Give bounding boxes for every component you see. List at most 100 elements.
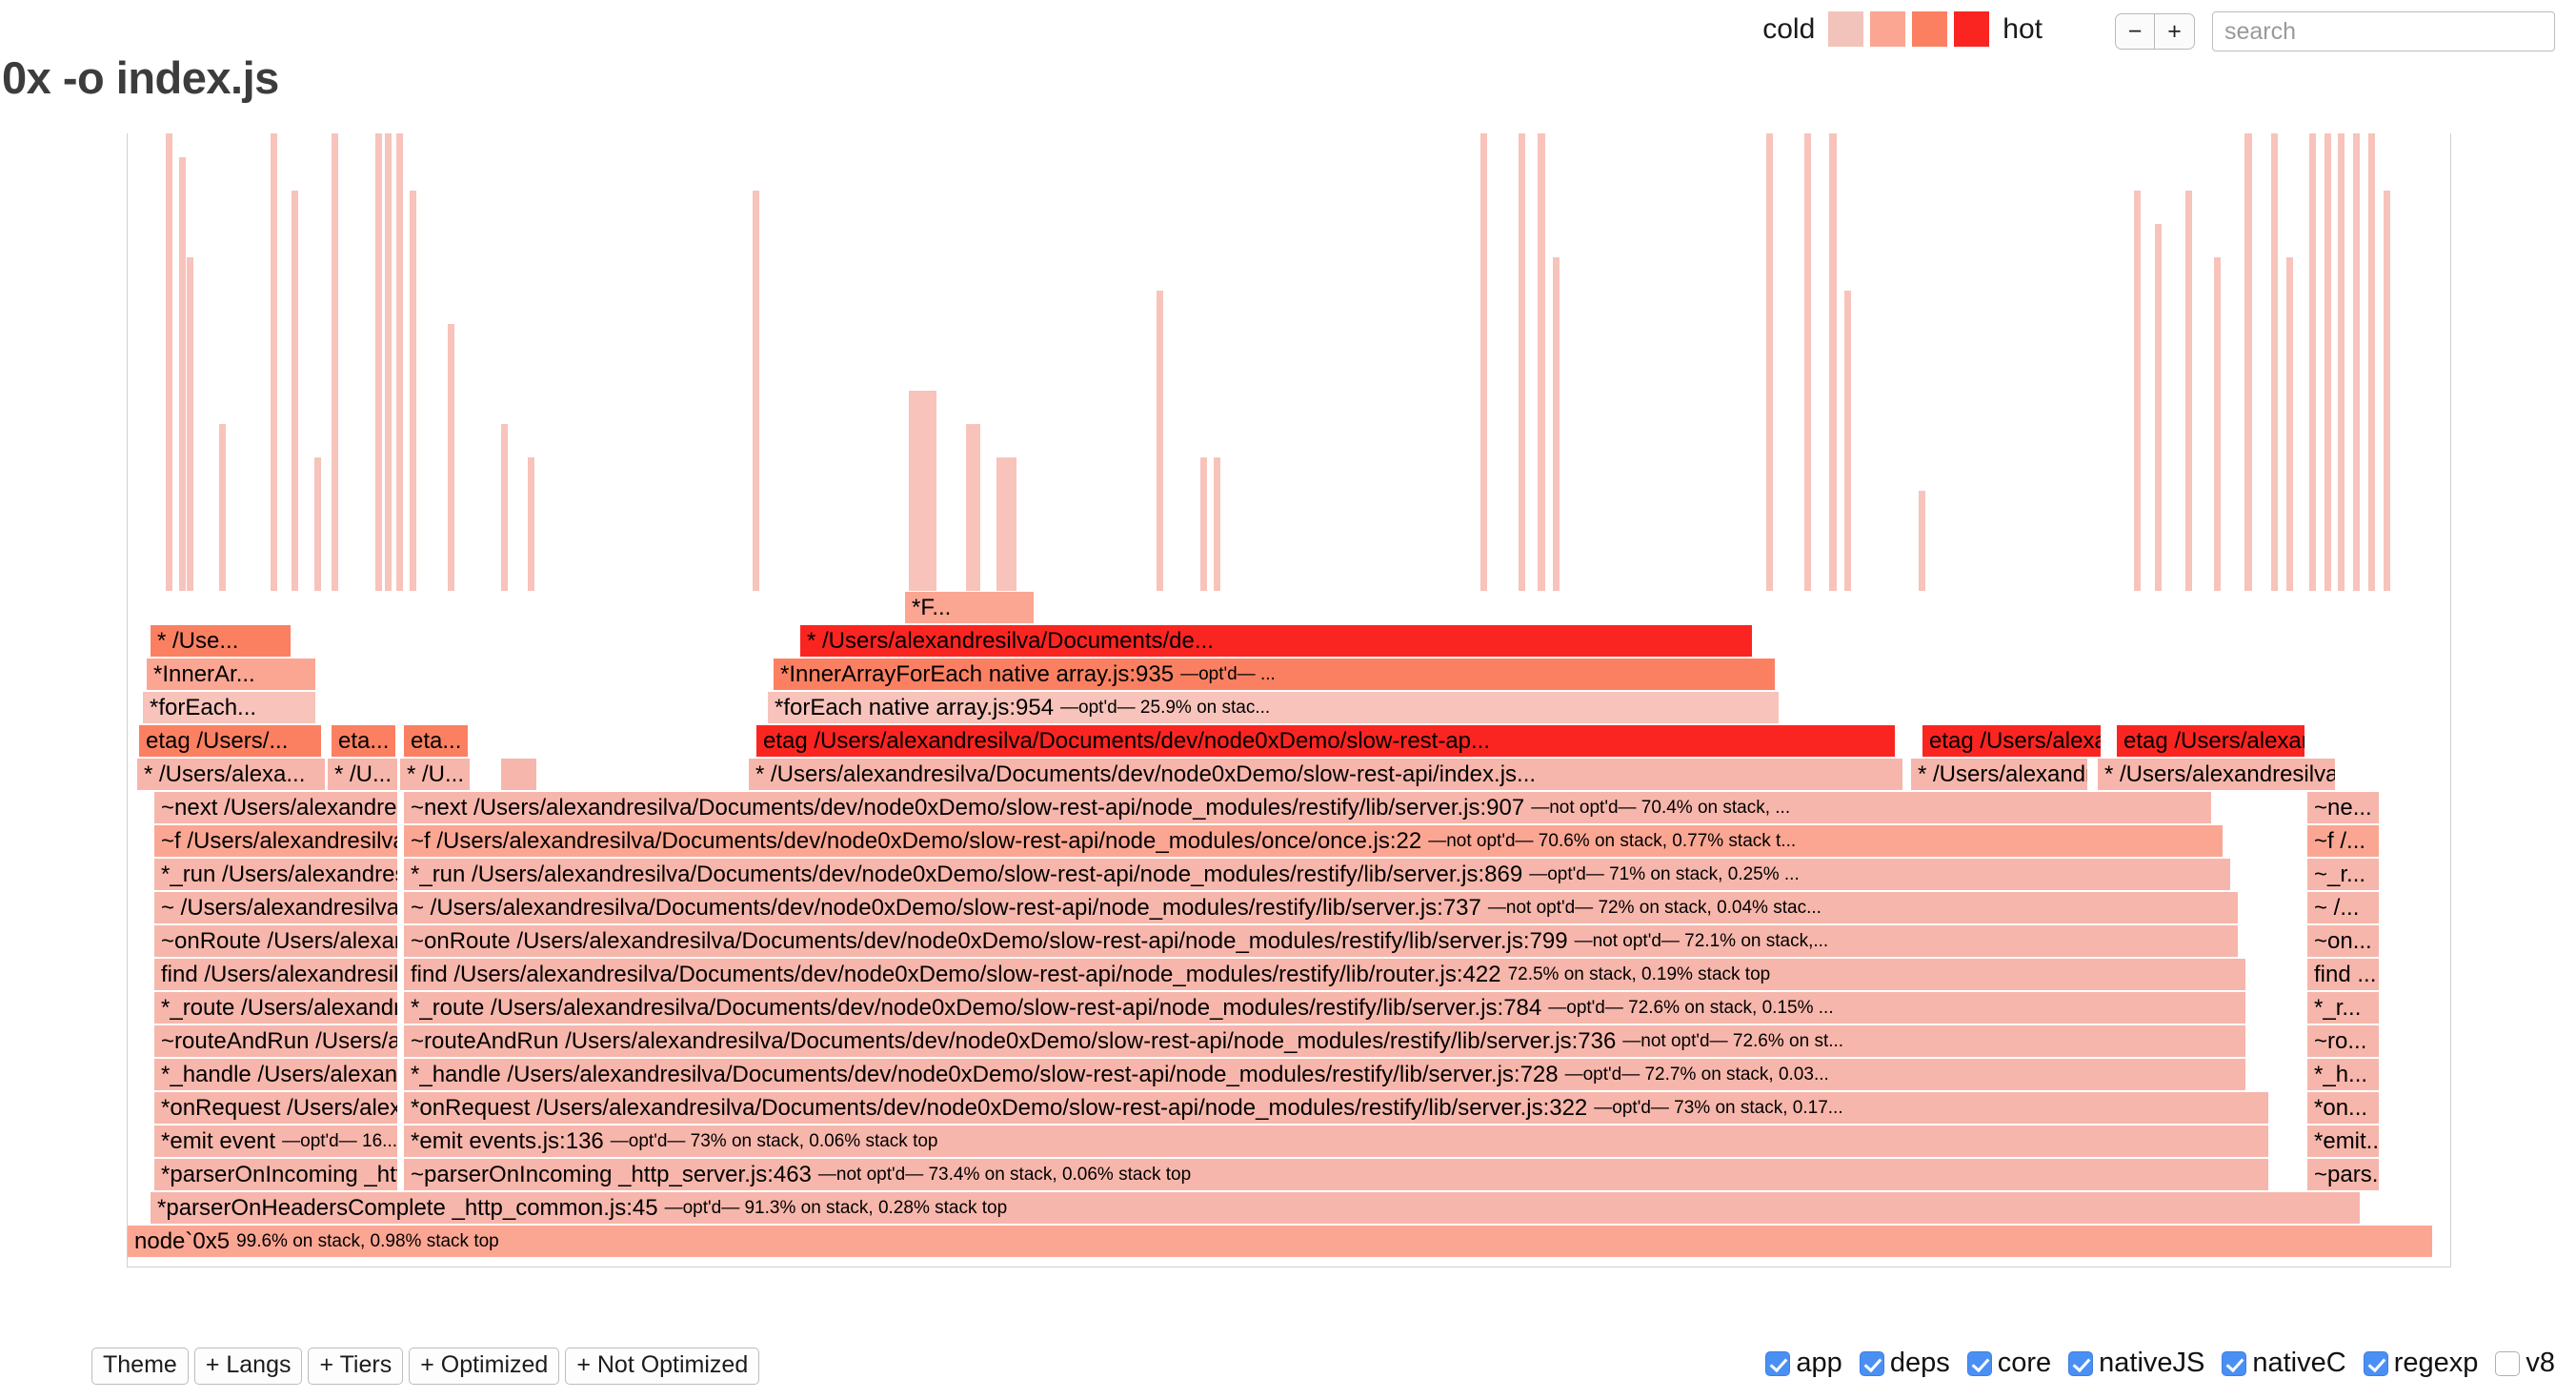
flame-spike[interactable] xyxy=(1200,457,1208,591)
flame-spike[interactable] xyxy=(1519,133,1526,591)
flame-spike[interactable] xyxy=(2353,133,2361,591)
flame-frame[interactable]: etag /Users/alexandresilva/Documents/dev… xyxy=(756,724,1896,757)
flame-spike[interactable] xyxy=(271,133,278,591)
flame-frame[interactable]: * /Users/alexandresilva/Documents/dev/no… xyxy=(749,758,1903,790)
toolbar-button-langs[interactable]: + Langs xyxy=(193,1348,303,1385)
flame-frame[interactable]: * /Users/alexandresilva/Doc... xyxy=(2098,758,2336,790)
flame-frame[interactable]: find /Users/alexandresilva/Documents/dev… xyxy=(404,958,2246,990)
flame-spike[interactable] xyxy=(219,424,227,591)
flame-frame[interactable]: node`0x5 99.6% on stack, 0.98% stack top xyxy=(128,1225,2433,1257)
flame-spike[interactable] xyxy=(2214,257,2222,591)
filter-checkbox-deps[interactable]: deps xyxy=(1859,1349,1950,1377)
flame-frame[interactable]: * /Users/alexandresilva/Documents/de... xyxy=(800,624,1753,657)
flame-spike[interactable] xyxy=(2286,257,2294,591)
flame-frame[interactable]: ~ro... xyxy=(2307,1024,2380,1057)
flame-spike[interactable] xyxy=(448,324,455,591)
flame-frame[interactable]: *parserOnIncoming _http_serv... xyxy=(154,1158,398,1190)
toolbar-button-optimized[interactable]: + Optimized xyxy=(409,1348,560,1385)
flame-spike[interactable] xyxy=(1553,257,1560,591)
flame-frame[interactable]: *forEach... xyxy=(143,691,316,723)
filter-checkbox-v8[interactable]: v8 xyxy=(2495,1349,2555,1377)
flame-spike[interactable] xyxy=(292,191,299,591)
filter-checkbox-nativec[interactable]: nativeC xyxy=(2222,1349,2346,1377)
flame-frame[interactable]: ~parserOnIncoming _http_server.js:463 —no… xyxy=(404,1158,2269,1190)
flame-frame[interactable]: *_run /Users/alexandresilva/Documents/de… xyxy=(404,858,2231,890)
flame-spike[interactable] xyxy=(1844,291,1852,591)
flame-frame[interactable]: * /Use... xyxy=(151,624,292,657)
checkbox-icon[interactable] xyxy=(2495,1350,2521,1376)
flame-spike[interactable] xyxy=(2244,133,2253,591)
toolbar-button-not-optimized[interactable]: + Not Optimized xyxy=(565,1348,760,1385)
checkbox-icon[interactable] xyxy=(2068,1350,2094,1376)
flame-frame[interactable]: *emit... xyxy=(2307,1125,2380,1157)
flame-frame[interactable]: *onRequest /Users/alexandresilva/Documen… xyxy=(404,1091,2269,1124)
flame-spike[interactable] xyxy=(385,133,392,591)
flame-frame[interactable]: ~_r... xyxy=(2307,858,2380,890)
zoom-controls[interactable]: − + xyxy=(2115,13,2195,50)
flame-frame[interactable]: ~f /Users/alexandresilva/Doc... xyxy=(154,824,398,857)
search-input[interactable] xyxy=(2212,11,2555,51)
flame-spike[interactable] xyxy=(187,257,194,591)
flame-spike[interactable] xyxy=(1766,133,1774,591)
flame-frame[interactable]: * /U... xyxy=(400,758,471,790)
flame-spike[interactable] xyxy=(396,133,404,591)
flame-frame[interactable]: *emit events.js:136 —opt'd— 73% on stack,… xyxy=(404,1125,2269,1157)
flame-spike[interactable] xyxy=(1538,133,1546,591)
flame-frame[interactable]: eta... xyxy=(332,724,396,757)
flame-spike[interactable] xyxy=(314,457,322,591)
flame-frame[interactable]: ~f /... xyxy=(2307,824,2380,857)
flame-spike[interactable] xyxy=(501,424,509,591)
flame-frame[interactable]: etag /Users/alexand... xyxy=(1922,724,2102,757)
flame-frame[interactable]: ~onRoute /Users/alexandresil... xyxy=(154,924,398,957)
flame-spike[interactable] xyxy=(1804,133,1812,591)
flame-spike[interactable] xyxy=(2271,133,2279,591)
flame-frame[interactable]: ~pars... xyxy=(2307,1158,2380,1190)
checkbox-icon[interactable] xyxy=(1966,1350,1992,1376)
flame-frame[interactable]: * /U... xyxy=(328,758,398,790)
flame-frame[interactable]: *emit events.js:136 —opt'd— 16... xyxy=(154,1125,398,1157)
flame-frame[interactable]: ~onRoute /Users/alexandresilva/Documents… xyxy=(404,924,2239,957)
flame-spike[interactable] xyxy=(909,391,937,591)
flame-frame[interactable]: *_route /Users/alexandresilva... xyxy=(154,991,398,1024)
flame-spike[interactable] xyxy=(1829,133,1838,591)
flame-spike[interactable] xyxy=(2324,133,2332,591)
flame-frame[interactable]: *F... xyxy=(905,591,1035,623)
flame-spike[interactable] xyxy=(179,157,187,591)
flame-frame[interactable]: * /Users/alexa... xyxy=(137,758,326,790)
flame-spike[interactable] xyxy=(1214,457,1221,591)
checkbox-icon[interactable] xyxy=(2222,1350,2247,1376)
flame-frame[interactable]: find ... xyxy=(2307,958,2380,990)
flame-frame[interactable]: *_r... xyxy=(2307,991,2380,1024)
flame-spike[interactable] xyxy=(2309,133,2317,591)
zoom-out-button[interactable]: − xyxy=(2115,13,2155,50)
flame-frame[interactable]: *_run /Users/alexandresilva/D... xyxy=(154,858,398,890)
filter-checkbox-core[interactable]: core xyxy=(1966,1349,2051,1377)
flame-frame[interactable]: *onRequest /Users/alexandresi... xyxy=(154,1091,398,1124)
zoom-in-button[interactable]: + xyxy=(2155,13,2195,50)
flame-spike[interactable] xyxy=(2368,133,2376,591)
flame-frame[interactable]: etag /Users/alexandre... xyxy=(2117,724,2305,757)
flame-frame[interactable]: ~on... xyxy=(2307,924,2380,957)
flame-spike[interactable] xyxy=(2155,224,2163,591)
flame-spike[interactable] xyxy=(2338,133,2345,591)
flame-frame[interactable]: *parserOnHeadersComplete _http_common.js… xyxy=(151,1191,2361,1224)
flame-spike[interactable] xyxy=(1480,133,1488,591)
flame-spike[interactable] xyxy=(996,457,1017,591)
flame-frame[interactable]: *InnerArrayForEach native array.js:935 —o… xyxy=(774,658,1776,690)
flame-frame[interactable]: etag /Users/... xyxy=(139,724,322,757)
flame-spike[interactable] xyxy=(753,191,760,591)
flame-spike[interactable] xyxy=(2134,191,2142,591)
flame-frame[interactable]: ~f /Users/alexandresilva/Documents/dev/n… xyxy=(404,824,2224,857)
flame-spike[interactable] xyxy=(2384,191,2391,591)
toolbar-button-tiers[interactable]: + Tiers xyxy=(308,1348,404,1385)
flame-frame[interactable]: *on... xyxy=(2307,1091,2380,1124)
flame-spike[interactable] xyxy=(410,191,417,591)
flamegraph-canvas[interactable]: node`0x5 99.6% on stack, 0.98% stack top *… xyxy=(127,133,2451,1267)
filter-checkbox-regexp[interactable]: regexp xyxy=(2363,1349,2478,1377)
filter-checkbox-app[interactable]: app xyxy=(1765,1349,1842,1377)
flame-spike[interactable] xyxy=(332,133,339,591)
flame-spike[interactable] xyxy=(966,424,981,591)
flame-frame[interactable]: eta... xyxy=(404,724,469,757)
flame-frame[interactable]: find /Users/alexandresilva/Doc... xyxy=(154,958,398,990)
flame-frame[interactable]: ~next /Users/alexandresilva/Documents/de… xyxy=(404,791,2212,823)
